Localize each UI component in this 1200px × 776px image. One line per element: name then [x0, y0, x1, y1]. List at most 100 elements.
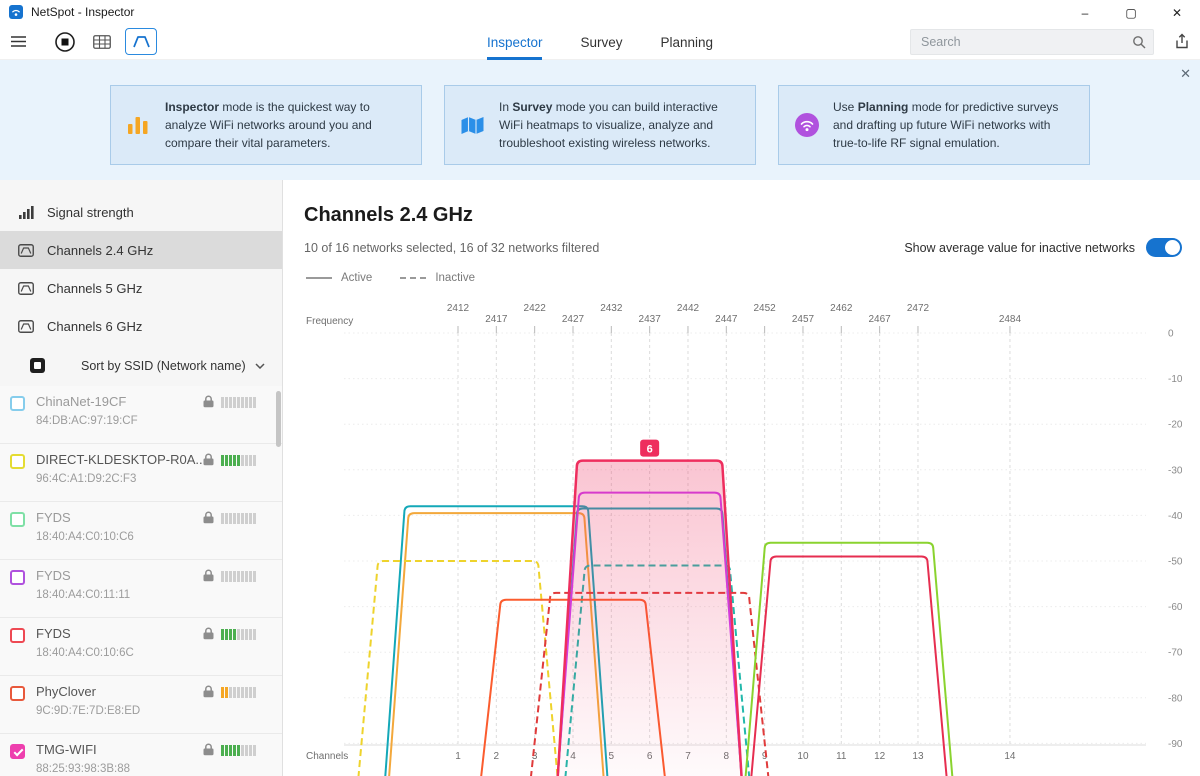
- lock-icon: [203, 453, 214, 466]
- svg-text:-60: -60: [1168, 602, 1183, 613]
- signal-bars-icon: [18, 205, 34, 219]
- svg-text:2412: 2412: [447, 303, 470, 314]
- network-list-item[interactable]: FYDS 18:40:A4:C0:10:C6: [0, 502, 282, 560]
- share-icon[interactable]: [1174, 33, 1190, 50]
- network-checkbox[interactable]: [10, 744, 25, 759]
- lock-icon: [203, 511, 214, 524]
- network-mac: 18:40:A4:C0:10:C6: [36, 531, 134, 543]
- network-mac: 96:4C:A1:D9:2C:F3: [36, 473, 136, 485]
- channels-chart-icon: [18, 320, 34, 333]
- toggle-knob: [1165, 240, 1180, 255]
- svg-text:2484: 2484: [999, 314, 1022, 325]
- info-card-inspector: Inspector mode is the quickest way to an…: [110, 85, 422, 165]
- minimize-button[interactable]: –: [1062, 0, 1108, 26]
- sidebar-item-channels-24[interactable]: Channels 2.4 GHz: [0, 231, 282, 269]
- svg-text:2472: 2472: [907, 303, 930, 314]
- lock-icon: [203, 627, 214, 640]
- wifi-icon: [795, 113, 819, 137]
- network-ssid: PhyClover: [36, 684, 96, 699]
- map-icon: [461, 116, 485, 135]
- channels-chart-icon: [18, 244, 34, 257]
- close-button[interactable]: ✕: [1154, 0, 1200, 26]
- signal-bars: [221, 513, 256, 524]
- lock-icon: [203, 569, 214, 582]
- network-checkbox[interactable]: [10, 454, 25, 469]
- svg-text:2: 2: [494, 751, 500, 762]
- svg-text:14: 14: [1004, 751, 1016, 762]
- network-checkbox[interactable]: [10, 396, 25, 411]
- sidebar-item-channels-6[interactable]: Channels 6 GHz: [0, 307, 282, 345]
- network-ssid: TMG-WIFI: [36, 742, 97, 757]
- legend-active: Active: [306, 272, 372, 284]
- sidebar-scrollbar[interactable]: [276, 386, 281, 776]
- network-mac: 18:40:A4:C0:10:6C: [36, 647, 134, 659]
- average-toggle-label: Show average value for inactive networks: [904, 241, 1135, 255]
- sidebar-item-signal-strength[interactable]: Signal strength: [0, 193, 282, 231]
- scrollbar-thumb[interactable]: [276, 391, 281, 447]
- network-ssid: FYDS: [36, 568, 71, 583]
- lock-icon: [203, 743, 214, 756]
- solid-line-sample: [306, 277, 332, 279]
- tab-survey[interactable]: Survey: [580, 24, 622, 60]
- sidebar: Signal strength Channels 2.4 GHz Channel…: [0, 180, 283, 776]
- svg-text:1: 1: [455, 751, 461, 762]
- sidebar-item-label: Channels 2.4 GHz: [47, 243, 153, 258]
- banner-close-icon[interactable]: ✕: [1180, 66, 1191, 82]
- sidebar-item-channels-5[interactable]: Channels 5 GHz: [0, 269, 282, 307]
- sidebar-item-label: Channels 6 GHz: [47, 319, 142, 334]
- channels-chart-icon: [18, 282, 34, 295]
- chevron-down-icon[interactable]: [255, 363, 265, 369]
- svg-text:-70: -70: [1168, 648, 1183, 659]
- svg-text:-30: -30: [1168, 465, 1183, 476]
- maximize-button[interactable]: ▢: [1108, 0, 1154, 26]
- sidebar-item-label: Channels 5 GHz: [47, 281, 142, 296]
- signal-bars: [221, 397, 256, 408]
- svg-text:-20: -20: [1168, 420, 1183, 431]
- network-checkbox[interactable]: [10, 512, 25, 527]
- signal-bars: [221, 745, 256, 756]
- info-card-text: Use Planning mode for predictive surveys…: [833, 98, 1073, 152]
- network-list-item[interactable]: FYDS 18:40:A4:C0:11:11: [0, 560, 282, 618]
- svg-text:2447: 2447: [715, 314, 738, 325]
- svg-text:2417: 2417: [485, 314, 508, 325]
- network-mac: 84:DB:AC:97:19:CF: [36, 415, 138, 427]
- svg-text:-80: -80: [1168, 693, 1183, 704]
- signal-bars: [221, 455, 256, 466]
- svg-text:0: 0: [1168, 329, 1174, 340]
- network-checkbox[interactable]: [10, 570, 25, 585]
- sort-row: Sort by SSID (Network name): [0, 345, 282, 386]
- lock-icon: [203, 395, 214, 408]
- svg-text:2467: 2467: [869, 314, 892, 325]
- network-checkbox[interactable]: [10, 686, 25, 701]
- network-mac: 88:25:93:98:3B:88: [36, 763, 130, 775]
- svg-text:Channels: Channels: [306, 751, 348, 762]
- sort-dropdown[interactable]: Sort by SSID (Network name): [81, 359, 246, 373]
- info-banner: ✕ Inspector mode is the quickest way to …: [0, 60, 1200, 180]
- tab-inspector[interactable]: Inspector: [487, 24, 543, 60]
- search-box[interactable]: [910, 29, 1154, 55]
- network-mac: 18:40:A4:C0:11:11: [36, 589, 130, 601]
- network-checkbox[interactable]: [10, 628, 25, 643]
- network-list-item[interactable]: ChinaNet-19CF 84:DB:AC:97:19:CF: [0, 386, 282, 444]
- network-ssid: FYDS: [36, 510, 71, 525]
- select-all-checkbox[interactable]: [30, 358, 45, 373]
- average-toggle[interactable]: [1146, 238, 1182, 257]
- toolbar: Inspector Survey Planning: [0, 24, 1200, 60]
- network-list-item[interactable]: TMG-WIFI 88:25:93:98:3B:88: [0, 734, 282, 776]
- svg-text:2462: 2462: [830, 303, 853, 314]
- network-list-item[interactable]: FYDS 18:40:A4:C0:10:6C: [0, 618, 282, 676]
- svg-text:2442: 2442: [677, 303, 700, 314]
- network-list-item[interactable]: DIRECT-KLDESKTOP-R0A... 96:4C:A1:D9:2C:F…: [0, 444, 282, 502]
- info-card-text: Inspector mode is the quickest way to an…: [165, 98, 405, 152]
- svg-text:11: 11: [836, 751, 847, 762]
- info-card-survey: In Survey mode you can build interactive…: [444, 85, 756, 165]
- network-mac: 9C:9D:7E:7D:E8:ED: [36, 705, 140, 717]
- network-list-item[interactable]: PhyClover 9C:9D:7E:7D:E8:ED: [0, 676, 282, 734]
- svg-text:-50: -50: [1168, 557, 1183, 568]
- tab-planning[interactable]: Planning: [661, 24, 714, 60]
- svg-text:2422: 2422: [524, 303, 547, 314]
- sidebar-nav: Signal strength Channels 2.4 GHz Channel…: [0, 180, 282, 345]
- search-input[interactable]: [911, 35, 1132, 49]
- svg-text:-10: -10: [1168, 374, 1183, 385]
- info-card-planning: Use Planning mode for predictive surveys…: [778, 85, 1090, 165]
